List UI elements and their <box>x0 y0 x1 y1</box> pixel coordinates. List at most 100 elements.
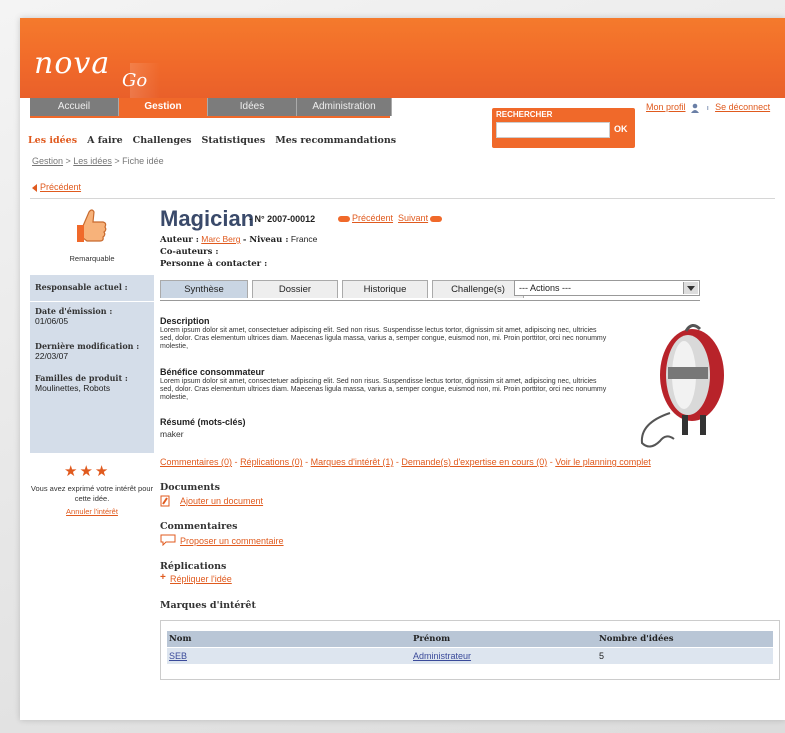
document-icon <box>160 495 170 507</box>
idea-title: Magician <box>160 206 255 231</box>
thumbs-up-icon <box>77 209 107 242</box>
info-label: Dernière modification : <box>35 341 140 351</box>
row-prenom-link[interactable]: Administrateur <box>413 651 471 661</box>
subnav-mes-recommandations[interactable]: Mes recommandations <box>275 135 396 146</box>
next-pill-icon <box>430 215 443 222</box>
tab-historique[interactable]: Historique <box>342 280 428 298</box>
benefit-text: Lorem ipsum dolor sit amet, consectetuer… <box>160 378 607 401</box>
separator: - <box>234 457 238 467</box>
chevron-down-icon[interactable] <box>683 282 698 294</box>
column-header: Prénom <box>413 634 451 644</box>
contact-line: Personne à contacter : <box>160 258 267 269</box>
separator: - <box>549 457 553 467</box>
breadcrumb-current: Fiche idée <box>122 156 164 166</box>
breadcrumb-les-idees[interactable]: Les idées <box>73 156 112 166</box>
coauthors-label: Co-auteurs : <box>160 247 219 257</box>
subnav-les-idees[interactable]: Les idées <box>28 135 77 146</box>
replicate-idea-link[interactable]: Répliquer l'idée <box>170 574 232 584</box>
coauthors-line: Co-auteurs : <box>160 246 219 257</box>
tabs-underline <box>30 116 390 118</box>
info-panel: Responsable actuel : Date d'émission : 0… <box>30 275 154 453</box>
benefit-title: Bénéfice consommateur <box>160 367 265 377</box>
user-links: Mon profil Se déconnect <box>646 102 770 113</box>
actions-select[interactable]: --- Actions --- <box>514 280 700 296</box>
vote-text: Vous avez exprimé votre intérêt pour cet… <box>30 484 154 503</box>
interest-title: Marques d'intérêt <box>160 600 256 611</box>
author-label: Auteur : <box>160 235 199 245</box>
link-commentaires[interactable]: Commentaires (0) <box>160 457 232 467</box>
search-input[interactable] <box>496 122 610 138</box>
description-text: Lorem ipsum dolor sit amet, consectetuer… <box>160 327 607 350</box>
divider <box>30 198 775 199</box>
rating-stars: ★★★ <box>64 463 111 480</box>
info-label: Responsable actuel : <box>35 282 128 292</box>
logout-icon <box>706 105 708 110</box>
link-planning[interactable]: Voir le planning complet <box>555 457 651 467</box>
info-value: 22/03/07 <box>35 351 69 361</box>
tab-administration[interactable]: Administration <box>297 98 392 116</box>
description-title: Description <box>160 316 210 326</box>
person-icon <box>691 103 700 113</box>
subnav-a-faire[interactable]: A faire <box>87 135 123 146</box>
info-familles-produit: Familles de produit : Moulinettes, Robot… <box>35 373 128 393</box>
prev-idea-link[interactable]: Précédent <box>352 213 393 223</box>
tab-dossier[interactable]: Dossier <box>252 280 338 298</box>
add-document-link[interactable]: Ajouter un document <box>180 496 263 506</box>
documents-title: Documents <box>160 482 221 493</box>
app-window: nova Go Accueil Gestion Idées Administra… <box>20 18 785 720</box>
idea-number: - N° 2007-00012 <box>249 214 316 224</box>
subnav-statistiques[interactable]: Statistiques <box>202 135 266 146</box>
link-demandes-expertise[interactable]: Demande(s) d'expertise en cours (0) <box>401 457 547 467</box>
tab-accueil[interactable]: Accueil <box>30 98 119 116</box>
replications-title: Réplications <box>160 561 227 572</box>
table-row: SEB Administrateur 5 <box>167 648 773 664</box>
rating-thumb: Remarquable <box>30 208 154 268</box>
search-label: RECHERCHER <box>496 110 553 119</box>
logout-link[interactable]: Se déconnect <box>715 102 770 112</box>
column-header: Nom <box>169 634 192 644</box>
arrow-left-icon <box>32 183 37 192</box>
link-marques-interet[interactable]: Marques d'intérêt (1) <box>311 457 394 467</box>
propose-comment-link[interactable]: Proposer un commentaire <box>180 536 284 546</box>
info-responsable: Responsable actuel : <box>35 282 128 292</box>
tab-challenges[interactable]: Challenge(s) <box>432 280 524 298</box>
prev-pill-icon <box>338 215 350 222</box>
info-label: Date d'émission : <box>35 306 113 316</box>
plus-icon: + <box>160 572 166 583</box>
level-value: France <box>290 234 318 244</box>
back-link-label: Précédent <box>40 182 82 192</box>
product-image <box>640 324 724 448</box>
level-label: - Niveau : <box>242 235 289 245</box>
separator: - <box>305 457 309 467</box>
header-banner: nova Go <box>20 18 785 98</box>
profile-link[interactable]: Mon profil <box>646 102 686 112</box>
actions-select-value: --- Actions --- <box>519 283 572 293</box>
rating-label: Remarquable <box>69 254 115 263</box>
tab-idees[interactable]: Idées <box>208 98 297 116</box>
interest-table: Nom Prénom Nombre d'idées SEB Administra… <box>160 620 780 680</box>
search-ok-button[interactable]: OK <box>614 124 628 134</box>
subnav-challenges[interactable]: Challenges <box>133 135 192 146</box>
sub-navigation: Les idées A faire Challenges Statistique… <box>28 135 396 146</box>
separator: - <box>395 457 399 467</box>
search-box: RECHERCHER OK <box>492 108 635 148</box>
contact-label: Personne à contacter : <box>160 259 268 269</box>
back-link[interactable]: Précédent <box>32 182 81 192</box>
logo: nova <box>34 46 111 81</box>
info-derniere-modification: Dernière modification : 22/03/07 <box>35 341 139 361</box>
tab-gestion[interactable]: Gestion <box>119 98 208 116</box>
cancel-interest-link[interactable]: Annuler l'intérêt <box>30 507 154 516</box>
author-link[interactable]: Marc Berg <box>201 234 240 244</box>
comments-title: Commentaires <box>160 521 238 532</box>
info-date-emission: Date d'émission : 01/06/05 <box>35 306 112 326</box>
row-nom-link[interactable]: SEB <box>169 651 187 661</box>
info-value: 01/06/05 <box>35 316 69 326</box>
breadcrumb-gestion[interactable]: Gestion <box>32 156 63 166</box>
author-line: Auteur : Marc Berg - Niveau : France <box>160 234 317 245</box>
next-idea-link[interactable]: Suivant <box>398 213 428 223</box>
column-header: Nombre d'idées <box>599 634 674 644</box>
link-replications[interactable]: Réplications (0) <box>240 457 303 467</box>
tab-synthese[interactable]: Synthèse <box>160 280 248 298</box>
idea-navigation: Précédent Suivant <box>336 213 444 223</box>
summary-title: Résumé (mots-clés) <box>160 417 246 427</box>
